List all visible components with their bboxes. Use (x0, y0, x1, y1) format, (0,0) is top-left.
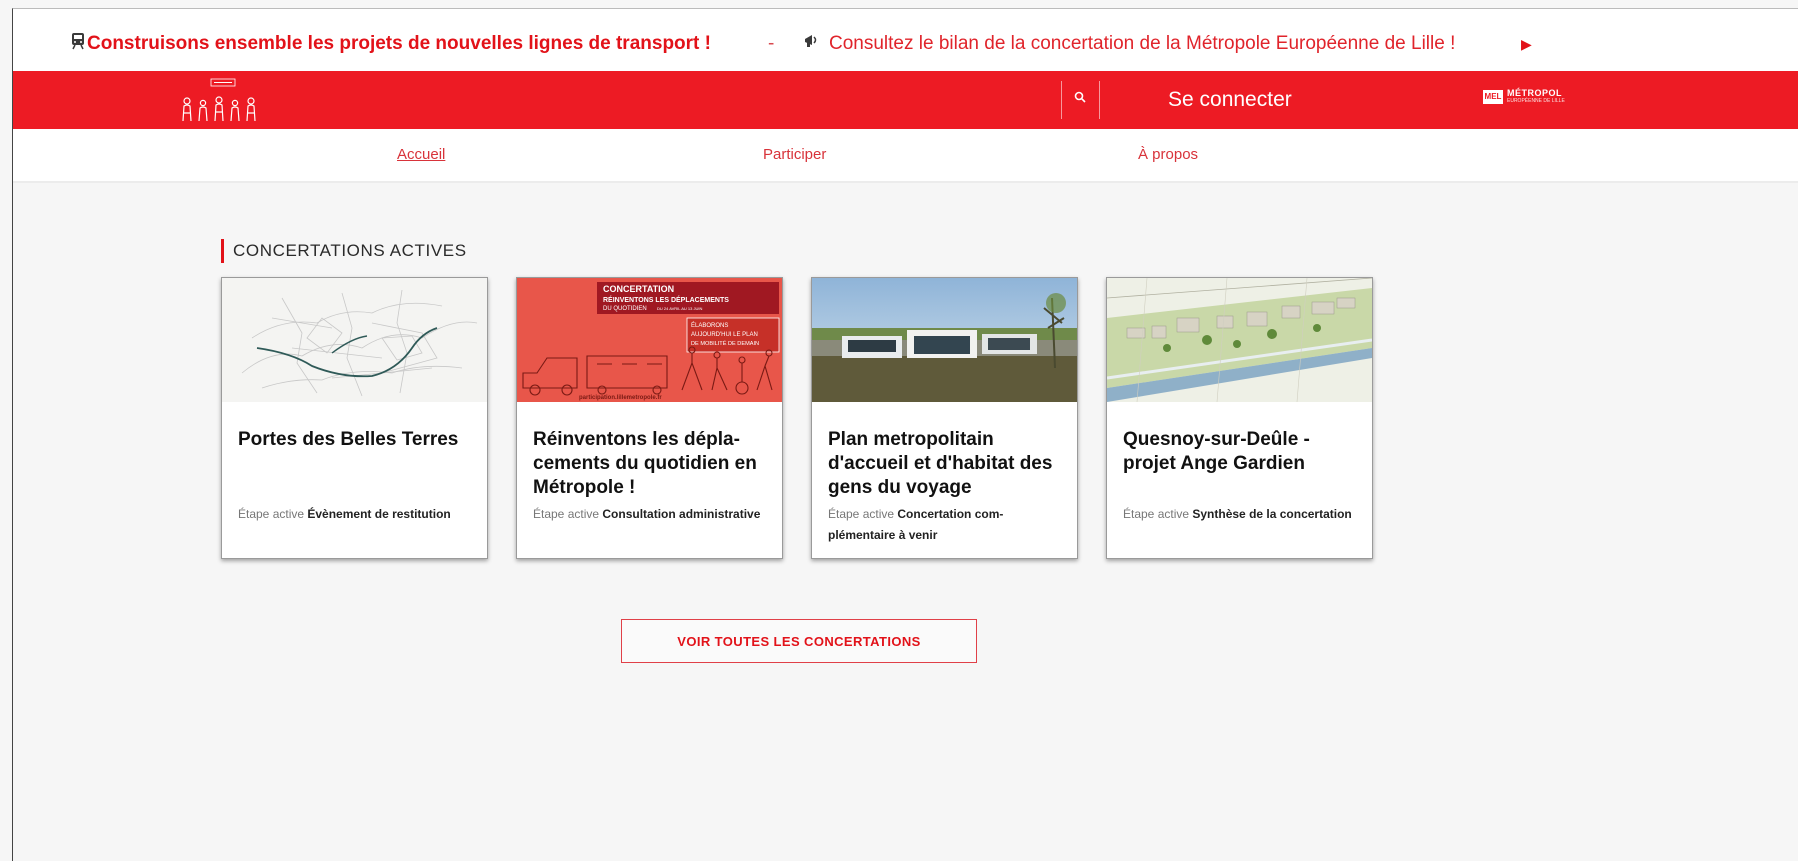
nav-item-accueil[interactable]: Accueil (397, 146, 445, 163)
ticker-second-text: Consultez le bilan de la concertation de… (829, 33, 1456, 54)
card-title: Portes des Belles Terres (238, 429, 459, 450)
poster-dates: DU 24 AVRIL AU 13 JUIN (657, 306, 702, 311)
concertation-card[interactable]: CONCERTATION RÉINVENTONS LES DÉPLACEMENT… (516, 277, 783, 559)
ticker-item-transport[interactable]: Construisons ensemble les projets de nou… (71, 32, 711, 56)
card-step: Étape active Consultation administrative (533, 504, 773, 525)
card-step-value: Consultation administrative (602, 507, 761, 521)
poster-bubble2: AUJOURD'HUI LE PLAN (691, 332, 758, 338)
login-button[interactable]: Se connecter (1168, 71, 1292, 129)
concertation-card[interactable]: Quesnoy-sur-Deûle - projet Ange Gardien … (1106, 277, 1373, 559)
nav-item-participer[interactable]: Participer (763, 146, 826, 163)
card-step: Étape active Évènement de restitution (238, 504, 478, 525)
card-title: Réinventons les dépla-cements du quotidi… (533, 429, 757, 498)
ticker-first-text: Construisons ensemble les projets de nou… (87, 33, 711, 54)
mel-logo-subtext: EUROPÉENNE DE LILLE (1507, 98, 1565, 104)
search-button[interactable] (1063, 79, 1097, 119)
card-step-label: Étape active (1123, 507, 1193, 521)
poster-bubble3: DE MOBILITÉ DE DEMAIN (691, 340, 759, 347)
site-header: Se connecter MEL MÉTROPOL EUROPÉENNE DE … (13, 71, 1798, 129)
building-photo (812, 278, 1077, 402)
header-divider (1099, 81, 1100, 119)
card-step-label: Étape active (533, 507, 603, 521)
card-step-label: Étape active (238, 507, 308, 521)
poster-headline: CONCERTATION (603, 284, 674, 294)
concertation-poster: CONCERTATION RÉINVENTONS LES DÉPLACEMENT… (517, 278, 782, 402)
people-logo[interactable] (173, 75, 273, 127)
ticker-separator: - (768, 33, 775, 54)
card-step-value: Évènement de restitution (307, 507, 451, 521)
card-title: Plan metropolitain d'accueil et d'habita… (828, 429, 1053, 498)
nav-divider (13, 181, 1798, 183)
announcement-ticker: Construisons ensemble les projets de nou… (13, 9, 1798, 79)
train-icon (71, 32, 85, 56)
main-nav: Accueil Participer À propos (13, 129, 1798, 181)
section-title: CONCERTATIONS ACTIVES (221, 239, 467, 263)
card-step-value: Synthèse de la concertation (1192, 507, 1352, 521)
header-divider (1061, 81, 1062, 119)
poster-line1: RÉINVENTONS LES DÉPLACEMENTS (603, 295, 729, 304)
concertation-card[interactable]: Plan metropolitain d'accueil et d'habita… (811, 277, 1078, 559)
play-icon[interactable]: ▶ (1521, 36, 1532, 53)
mel-logo-mark: MEL (1483, 89, 1503, 104)
megaphone-icon (803, 33, 821, 55)
ticker-item-bilan[interactable]: Consultez le bilan de la concertation de… (803, 33, 1455, 55)
nav-item-a-propos[interactable]: À propos (1138, 146, 1198, 163)
poster-bubble1: ÉLABORONS (691, 322, 728, 329)
page: Construisons ensemble les projets de nou… (12, 8, 1798, 861)
search-icon (1074, 90, 1086, 108)
mel-logo-text: MÉTROPOL (1507, 88, 1562, 98)
card-step-label: Étape active (828, 507, 898, 521)
poster-line2: DU QUOTIDIEN (603, 306, 647, 312)
map-image (222, 278, 487, 402)
card-title: Quesnoy-sur-Deûle - projet Ange Gardien (1123, 429, 1310, 474)
concertation-card[interactable]: Portes des Belles Terres Étape active Év… (221, 277, 488, 559)
aerial-plan (1107, 278, 1372, 402)
poster-url: participation.lillemetropole.fr (579, 395, 662, 401)
card-step: Étape active Synthèse de la concertation (1123, 504, 1363, 525)
card-step: Étape active Concertation com-plémentair… (828, 504, 1068, 546)
see-all-concertations-button[interactable]: VOIR TOUTES LES CONCERTATIONS (621, 619, 977, 663)
mel-logo[interactable]: MEL MÉTROPOL EUROPÉENNE DE LILLE (1483, 89, 1565, 104)
